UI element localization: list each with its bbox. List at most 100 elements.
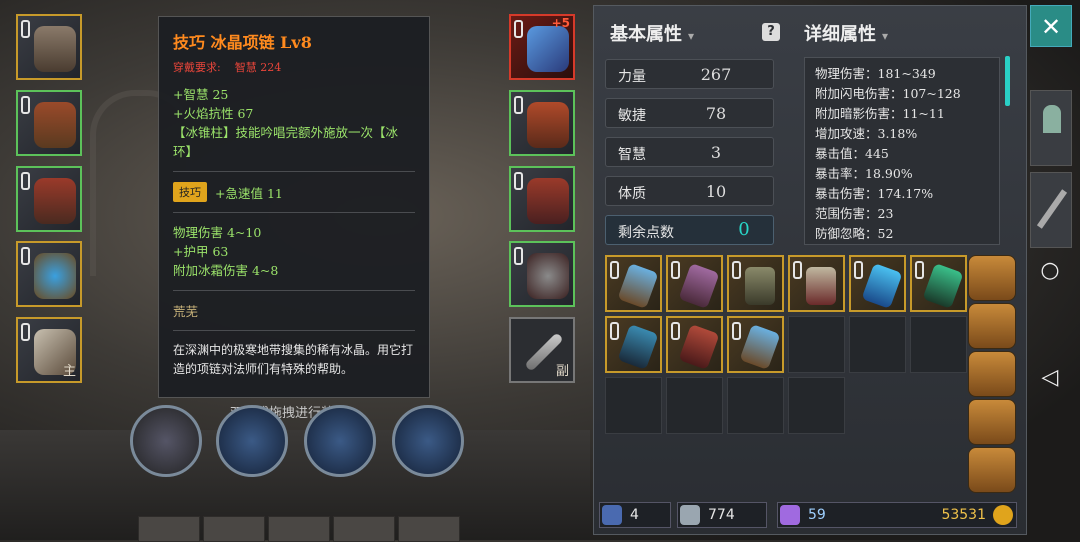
lock-icon <box>610 322 619 340</box>
equip-slot-shoulders[interactable] <box>16 90 82 156</box>
bottom-tile <box>398 516 460 542</box>
ring-icon <box>34 253 76 299</box>
inventory-empty-slot[interactable] <box>788 316 845 373</box>
gold-value: 53531 <box>941 507 986 523</box>
divider <box>173 171 415 172</box>
stat-wisdom: 智慧 3 <box>605 137 774 167</box>
stat-label: 体质 <box>618 186 646 202</box>
lock-icon <box>732 261 741 279</box>
equip-slot-boots[interactable] <box>509 166 575 232</box>
stat-label: 敏捷 <box>618 108 646 124</box>
item-requirement: 穿戴要求: 智慧 224 <box>173 59 415 75</box>
resource-shards: 774 <box>677 502 767 528</box>
stat-agility: 敏捷 78 <box>605 98 774 128</box>
stat-value: 78 <box>705 104 727 123</box>
gold-coin-icon <box>993 505 1013 525</box>
detail-attributes-list[interactable]: 物理伤害：181~349 附加闪电伤害：107~128 附加暗影伤害：11~11… <box>804 57 1000 245</box>
necklace-icon <box>527 26 569 72</box>
skill-button-1[interactable] <box>216 405 288 477</box>
inventory-item[interactable] <box>727 316 784 373</box>
bonus-line: 【冰锥柱】技能吟唱完额外施放一次【冰环】 <box>173 125 399 159</box>
inventory-empty-slot[interactable] <box>849 316 906 373</box>
inventory-item[interactable] <box>788 255 845 312</box>
bag-icon[interactable] <box>968 399 1016 445</box>
bottom-tile <box>333 516 395 542</box>
gem-icon <box>780 505 800 525</box>
lock-icon <box>21 20 30 38</box>
equip-slot-main-hand[interactable]: 主 <box>16 317 82 383</box>
base-line: +护甲 63 <box>173 244 229 259</box>
bonus-stats: +智慧 25 +火焰抗性 67 【冰锥柱】技能吟唱完额外施放一次【冰环】 <box>173 85 415 161</box>
equip-slot-helmet[interactable] <box>16 14 82 80</box>
basic-attributes-title: 基本属性 <box>610 24 682 45</box>
home-nav-icon[interactable]: ○ <box>1030 258 1070 298</box>
boots-icon <box>527 178 569 224</box>
equip-slot-necklace[interactable]: +5 <box>509 14 575 80</box>
requirement-label: 穿戴要求: <box>173 61 221 74</box>
detail-line: 物理伤害：181~349 <box>815 66 936 81</box>
lock-icon <box>915 261 924 279</box>
helmet-icon <box>1043 105 1061 133</box>
key-icon <box>602 505 622 525</box>
stat-value: 0 <box>738 219 750 240</box>
inventory-empty-slot[interactable] <box>727 377 784 434</box>
bonus-line: +火焰抗性 67 <box>173 106 254 121</box>
stat-label: 力量 <box>618 69 646 85</box>
skill-chip: 技巧 <box>173 182 207 202</box>
detail-scrollbar[interactable] <box>1005 56 1010 106</box>
detail-line: 暴击伤害：174.17% <box>815 186 934 201</box>
equip-slot-gloves[interactable] <box>509 90 575 156</box>
item-set-name: 荒芜 <box>173 304 199 319</box>
inventory-item[interactable] <box>910 255 967 312</box>
close-button[interactable]: ✕ <box>1030 5 1072 47</box>
stat-value: 267 <box>700 65 732 84</box>
lock-icon <box>21 247 30 265</box>
chest-armor-icon <box>34 178 76 224</box>
detail-line: 附加暗影伤害：11~11 <box>815 106 945 121</box>
inventory-item[interactable] <box>605 316 662 373</box>
detail-line: 范围伤害：23 <box>815 206 894 221</box>
tab-equipment[interactable] <box>1030 90 1072 166</box>
lock-icon <box>21 172 30 190</box>
gem-value: 59 <box>808 507 826 523</box>
lock-icon <box>793 261 802 279</box>
necklace-icon <box>861 263 903 309</box>
armor-icon <box>745 267 775 305</box>
inventory-empty-slot[interactable] <box>666 377 723 434</box>
inventory-item[interactable] <box>666 255 723 312</box>
skill-button-attack[interactable] <box>130 405 202 477</box>
robe-icon <box>806 267 836 305</box>
bag-icon[interactable] <box>968 303 1016 349</box>
inventory-empty-slot[interactable] <box>910 316 967 373</box>
equip-slot-ring[interactable] <box>16 241 82 307</box>
inventory-empty-slot[interactable] <box>788 377 845 434</box>
inventory-item[interactable] <box>666 316 723 373</box>
equip-slot-off-hand[interactable]: 副 <box>509 317 575 383</box>
back-nav-icon[interactable]: ◁ <box>1030 365 1070 405</box>
detail-line: 暴击率：18.90% <box>815 166 913 181</box>
tab-weapons[interactable] <box>1030 172 1072 248</box>
shard-icon <box>680 505 700 525</box>
inventory-empty-slot[interactable] <box>605 377 662 434</box>
lock-icon <box>514 247 523 265</box>
item-description: 在深渊中的极寒地带搜集的稀有冰晶。用它打造的项链对法师们有特殊的帮助。 <box>173 343 414 376</box>
inventory-item[interactable] <box>605 255 662 312</box>
skill-bonus-row: 技巧 +急速值 11 <box>173 182 415 202</box>
inventory-item[interactable] <box>849 255 906 312</box>
help-icon[interactable]: ? <box>762 23 780 41</box>
bag-icon[interactable] <box>968 447 1016 493</box>
bag-icon[interactable] <box>968 255 1016 301</box>
lock-icon <box>610 261 619 279</box>
detail-attributes-header: 详细属性 ▾ <box>804 20 888 46</box>
main-hand-tag: 主 <box>62 364 76 379</box>
staff-icon <box>678 324 720 370</box>
lock-icon <box>732 322 741 340</box>
bag-icon[interactable] <box>968 351 1016 397</box>
skill-button-2[interactable] <box>304 405 376 477</box>
equip-slot-ring-2[interactable] <box>509 241 575 307</box>
skill-button-3[interactable] <box>392 405 464 477</box>
inventory-item[interactable] <box>727 255 784 312</box>
equip-slot-chest[interactable] <box>16 166 82 232</box>
necklace-icon <box>922 263 964 309</box>
character-panel: 基本属性 ▾ ? 详细属性 ▾ 力量 267 敏捷 78 智慧 3 体质 10 剩余… <box>593 5 1027 535</box>
